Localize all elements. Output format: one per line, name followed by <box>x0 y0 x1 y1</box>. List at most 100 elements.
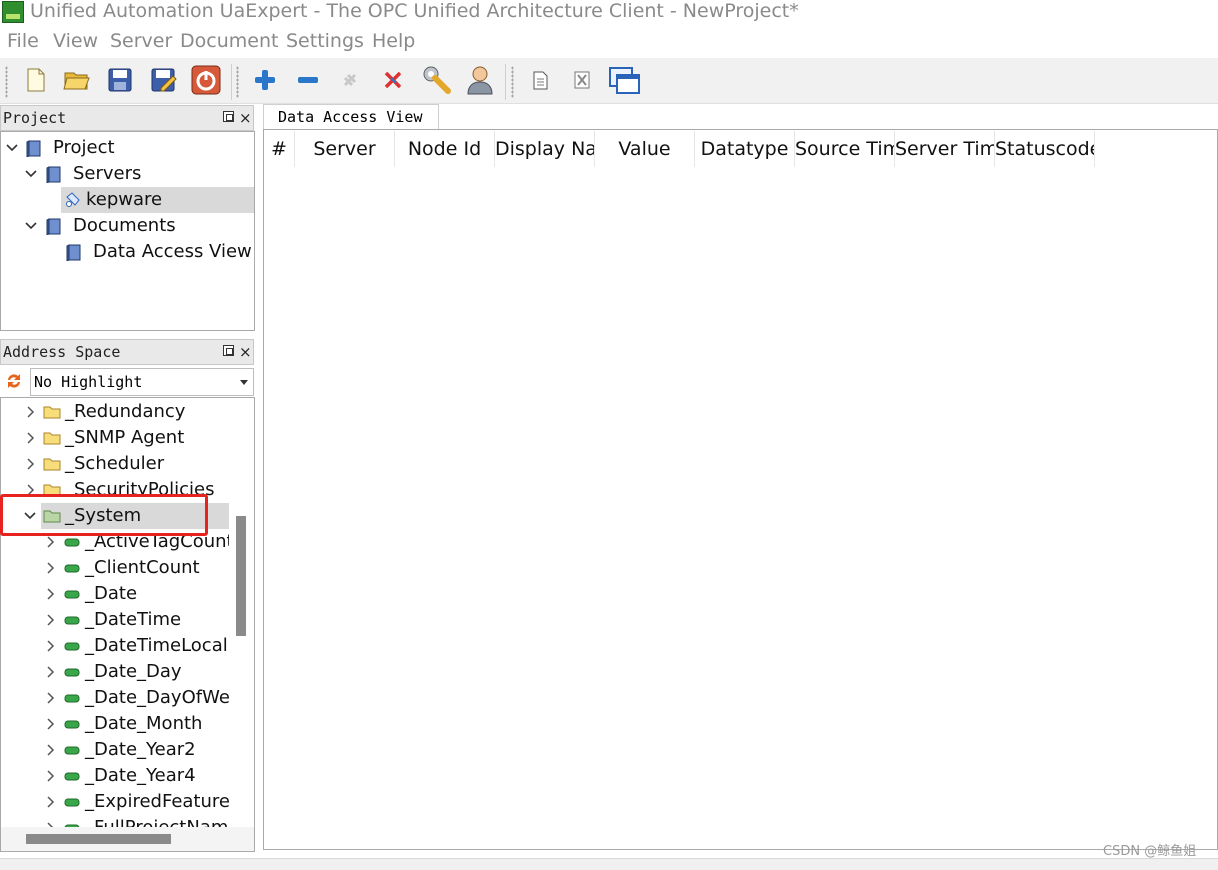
vertical-scroll-thumb[interactable] <box>236 516 246 636</box>
highlight-select[interactable]: No Highlight <box>30 368 254 396</box>
chevron-right-icon[interactable] <box>23 425 37 451</box>
toolbar-grip[interactable] <box>511 66 514 98</box>
open-project-icon[interactable] <box>61 64 93 96</box>
connect-server-icon[interactable] <box>334 64 366 96</box>
column-header[interactable]: Server Timestamp <box>895 131 995 167</box>
save-project-icon[interactable] <box>104 64 136 96</box>
address-item[interactable]: _ClientCount <box>1 555 229 581</box>
book-icon <box>45 165 63 183</box>
add-server-icon[interactable] <box>249 64 281 96</box>
window-icon[interactable] <box>608 64 640 96</box>
data-access-view-table <box>263 129 1218 850</box>
chevron-right-icon[interactable] <box>43 763 57 789</box>
chevron-right-icon[interactable] <box>43 711 57 737</box>
tree-item-documents[interactable]: Documents <box>1 213 254 239</box>
dock-close-icon[interactable]: × <box>239 107 252 129</box>
project-panel-title: Project <box>3 109 67 127</box>
toolbar-separator <box>505 64 506 100</box>
column-header-label: Server <box>313 138 376 160</box>
address-item[interactable]: _Scheduler <box>1 451 229 477</box>
column-header-label: Server Timestamp <box>895 138 994 160</box>
tag-icon <box>63 819 81 827</box>
column-header-label: Display Name <box>495 138 595 160</box>
new-project-icon[interactable] <box>19 64 51 96</box>
address-item-label: _ClientCount <box>85 557 200 578</box>
address-item[interactable]: _Redundancy <box>1 399 229 425</box>
menu-view[interactable]: View <box>53 28 98 54</box>
menu-help[interactable]: Help <box>372 28 415 54</box>
chevron-right-icon[interactable] <box>43 581 57 607</box>
column-header-label: Value <box>618 138 671 160</box>
horizontal-scrollbar[interactable] <box>1 827 254 851</box>
disconnect-server-icon[interactable] <box>377 64 409 96</box>
chevron-down-icon[interactable] <box>24 213 38 239</box>
menu-file[interactable]: File <box>7 28 39 54</box>
chevron-right-icon[interactable] <box>23 451 37 477</box>
menu-server[interactable]: Server <box>110 28 172 54</box>
dock-float-icon[interactable] <box>223 111 234 122</box>
column-header[interactable]: Display Name <box>495 131 595 167</box>
address-item[interactable]: _ExpiredFeatures <box>1 789 229 815</box>
refresh-icon[interactable] <box>4 371 24 391</box>
column-header[interactable]: Server <box>295 131 395 167</box>
horizontal-scroll-thumb[interactable] <box>26 834 171 844</box>
dock-close-icon[interactable]: × <box>239 341 252 363</box>
tag-icon <box>63 689 81 707</box>
chevron-down-icon[interactable] <box>5 135 19 161</box>
settings-wrench-icon[interactable] <box>420 64 452 96</box>
column-header[interactable]: Node Id <box>395 131 495 167</box>
column-header-label: Source Timestamp <box>795 138 894 160</box>
tree-item-kepware[interactable]: kepware <box>61 187 254 213</box>
tree-item-data-access-view[interactable]: Data Access View <box>1 239 254 265</box>
chevron-right-icon[interactable] <box>43 555 57 581</box>
column-header-label: # <box>271 138 287 160</box>
menu-settings[interactable]: Settings <box>286 28 364 54</box>
save-as-project-icon[interactable] <box>147 64 179 96</box>
address-item[interactable]: _Date_Year2 <box>1 737 229 763</box>
close-document-icon[interactable] <box>566 64 598 96</box>
address-item[interactable]: _Date_Month <box>1 711 229 737</box>
chevron-right-icon[interactable] <box>43 607 57 633</box>
column-header[interactable]: Source Timestamp <box>795 131 895 167</box>
chevron-right-icon[interactable] <box>43 737 57 763</box>
user-icon[interactable] <box>464 64 496 96</box>
toolbar-grip[interactable] <box>236 66 239 98</box>
column-header[interactable]: # <box>264 131 295 167</box>
dropdown-arrow-icon[interactable] <box>240 380 248 385</box>
column-header[interactable]: Value <box>595 131 695 167</box>
address-item-label: _Date_Month <box>85 713 203 734</box>
chevron-right-icon[interactable] <box>43 633 57 659</box>
tree-item-project[interactable]: Project <box>1 135 254 161</box>
chevron-right-icon[interactable] <box>43 815 57 827</box>
address-item[interactable]: _Date_Day <box>1 659 229 685</box>
new-document-icon[interactable] <box>524 64 556 96</box>
address-item[interactable]: _DateTime <box>1 607 229 633</box>
address-item[interactable]: _SNMP Agent <box>1 425 229 451</box>
address-item-label: _DateTime <box>85 609 182 630</box>
chevron-right-icon[interactable] <box>43 659 57 685</box>
toolbar-grip[interactable] <box>5 66 8 98</box>
column-header[interactable]: Statuscode <box>995 131 1095 167</box>
tab-data-access-view[interactable]: Data Access View <box>263 104 439 130</box>
address-item[interactable]: _FullProjectName <box>1 815 229 827</box>
address-item[interactable]: _Date <box>1 581 229 607</box>
column-header[interactable]: Datatype <box>695 131 795 167</box>
chevron-right-icon[interactable] <box>23 399 37 425</box>
chevron-down-icon[interactable] <box>24 161 38 187</box>
power-off-icon[interactable] <box>190 64 222 96</box>
column-header-label: Statuscode <box>995 138 1095 160</box>
address-item[interactable]: _DateTimeLocal <box>1 633 229 659</box>
annotation-highlight-box <box>0 494 208 536</box>
address-item-label: _ExpiredFeatures <box>85 791 229 812</box>
dock-float-icon[interactable] <box>223 345 234 356</box>
tree-item-label: Project <box>53 137 115 158</box>
tree-item-servers[interactable]: Servers <box>1 161 254 187</box>
tag-icon <box>63 637 81 655</box>
chevron-right-icon[interactable] <box>43 789 57 815</box>
address-item[interactable]: _Date_Year4 <box>1 763 229 789</box>
remove-server-icon[interactable] <box>292 64 324 96</box>
chevron-right-icon[interactable] <box>43 685 57 711</box>
menu-document[interactable]: Document <box>180 28 278 54</box>
address-item[interactable]: _Date_DayOfWeek <box>1 685 229 711</box>
vertical-scrollbar[interactable] <box>229 398 253 826</box>
